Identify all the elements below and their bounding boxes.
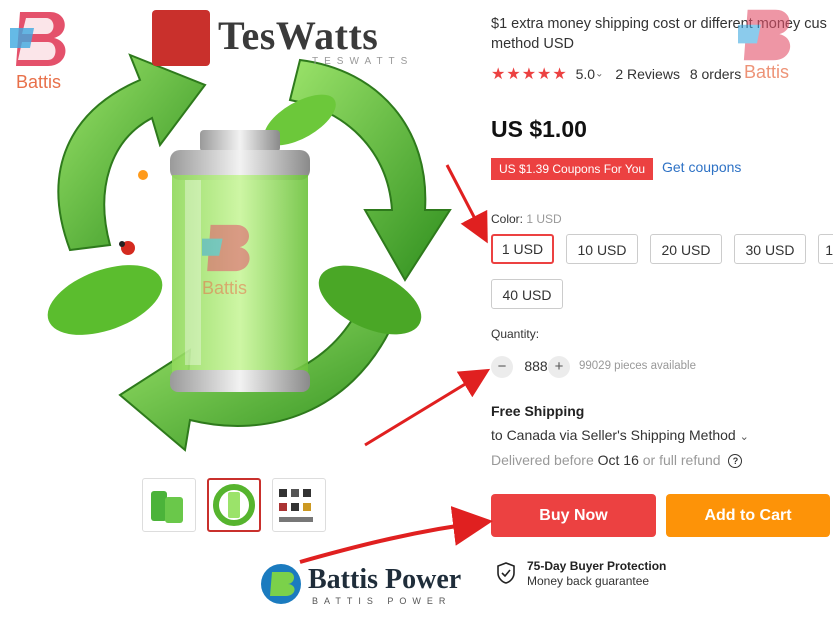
delivery-estimate: Delivered before Oct 16 or full refund ? — [491, 452, 743, 469]
color-option-1-usd[interactable]: 1 USD — [491, 234, 554, 264]
rating-value[interactable]: 5.0 — [576, 66, 595, 82]
battis-watermark-center: Battis — [198, 220, 272, 300]
battis-wordmark: Battis — [202, 278, 248, 298]
reviews-link[interactable]: 2 Reviews — [615, 66, 680, 82]
recycle-thumbnail-icon — [213, 484, 255, 526]
rating-row: ★★★★★ 5.0⌄ 2 Reviews 8 orders — [491, 64, 741, 84]
quantity-available: 99029 pieces available — [579, 360, 697, 372]
color-selected-value: 1 USD — [526, 212, 562, 226]
battis-wordmark: Battis — [16, 72, 62, 92]
shipping-method[interactable]: to Canada via Seller's Shipping Method ⌄ — [491, 427, 749, 443]
rating-chevron-icon[interactable]: ⌄ — [595, 69, 603, 80]
get-coupons-link[interactable]: Get coupons — [662, 159, 741, 175]
quantity-label: Quantity: — [491, 327, 540, 341]
battis-power-wordmark: Battis Power — [308, 564, 462, 595]
battis-watermark-right: Battis — [734, 6, 833, 86]
color-label: Color: 1 USD — [491, 212, 562, 226]
teswatts-subtitle: TESWATTS — [312, 56, 414, 67]
battis-b-icon — [198, 224, 250, 272]
battis-power-emblem-icon — [261, 564, 301, 604]
quantity-increase-button[interactable]: + — [548, 356, 570, 378]
thumbnail-1[interactable] — [142, 478, 196, 532]
shipping-method-text[interactable]: to Canada via Seller's Shipping Method — [491, 427, 736, 443]
shield-check-icon — [496, 562, 516, 584]
teswatts-wordmark: TesWatts — [218, 13, 379, 58]
battis-power-subtitle: BATTIS POWER — [312, 596, 452, 606]
product-price: US $1.00 — [491, 116, 587, 142]
battis-logo: Battis — [6, 8, 90, 92]
color-option-partial[interactable]: 1 — [818, 234, 833, 264]
battis-b-icon — [734, 9, 791, 61]
color-option-30-usd[interactable]: 30 USD — [734, 234, 806, 264]
help-icon[interactable]: ? — [728, 454, 743, 469]
accessories-thumbnail-icon — [279, 489, 313, 522]
buyer-protection-title: 75-Day Buyer Protection — [527, 559, 667, 573]
delivery-suffix: or full refund — [642, 452, 721, 468]
shipping-chevron-icon[interactable]: ⌄ — [740, 431, 749, 443]
coupon-badge[interactable]: US $1.39 Coupons For You — [491, 158, 654, 180]
battis-b-icon — [6, 12, 66, 66]
battis-wordmark: Battis — [744, 62, 790, 82]
star-rating-icon: ★★★★★ — [491, 66, 568, 83]
teswatts-logo: TesWatts TESWATTS — [152, 8, 407, 68]
delivery-prefix: Delivered before — [491, 452, 594, 468]
buy-now-button[interactable]: Buy Now — [491, 494, 656, 537]
delivery-date: Oct 16 — [597, 452, 639, 468]
arrow-to-buy-now — [299, 506, 493, 564]
thumbnail-2[interactable] — [207, 478, 261, 532]
color-option-40-usd[interactable]: 40 USD — [491, 279, 563, 309]
thumbnail-3[interactable] — [272, 478, 326, 532]
color-option-20-usd[interactable]: 20 USD — [650, 234, 722, 264]
battis-power-logo: Battis Power BATTIS POWER — [258, 562, 488, 610]
shipping-title: Free Shipping — [491, 403, 585, 419]
quantity-decrease-button[interactable]: − — [491, 356, 513, 378]
dragon-emblem-icon — [152, 10, 210, 66]
buyer-protection-subtitle: Money back guarantee — [527, 574, 650, 588]
color-option-10-usd[interactable]: 10 USD — [566, 234, 638, 264]
color-label-text: Color: — [491, 212, 524, 226]
add-to-cart-button[interactable]: Add to Cart — [666, 494, 830, 537]
orders-count: 8 orders — [689, 66, 742, 82]
battery-thumbnail-icon — [151, 491, 183, 523]
